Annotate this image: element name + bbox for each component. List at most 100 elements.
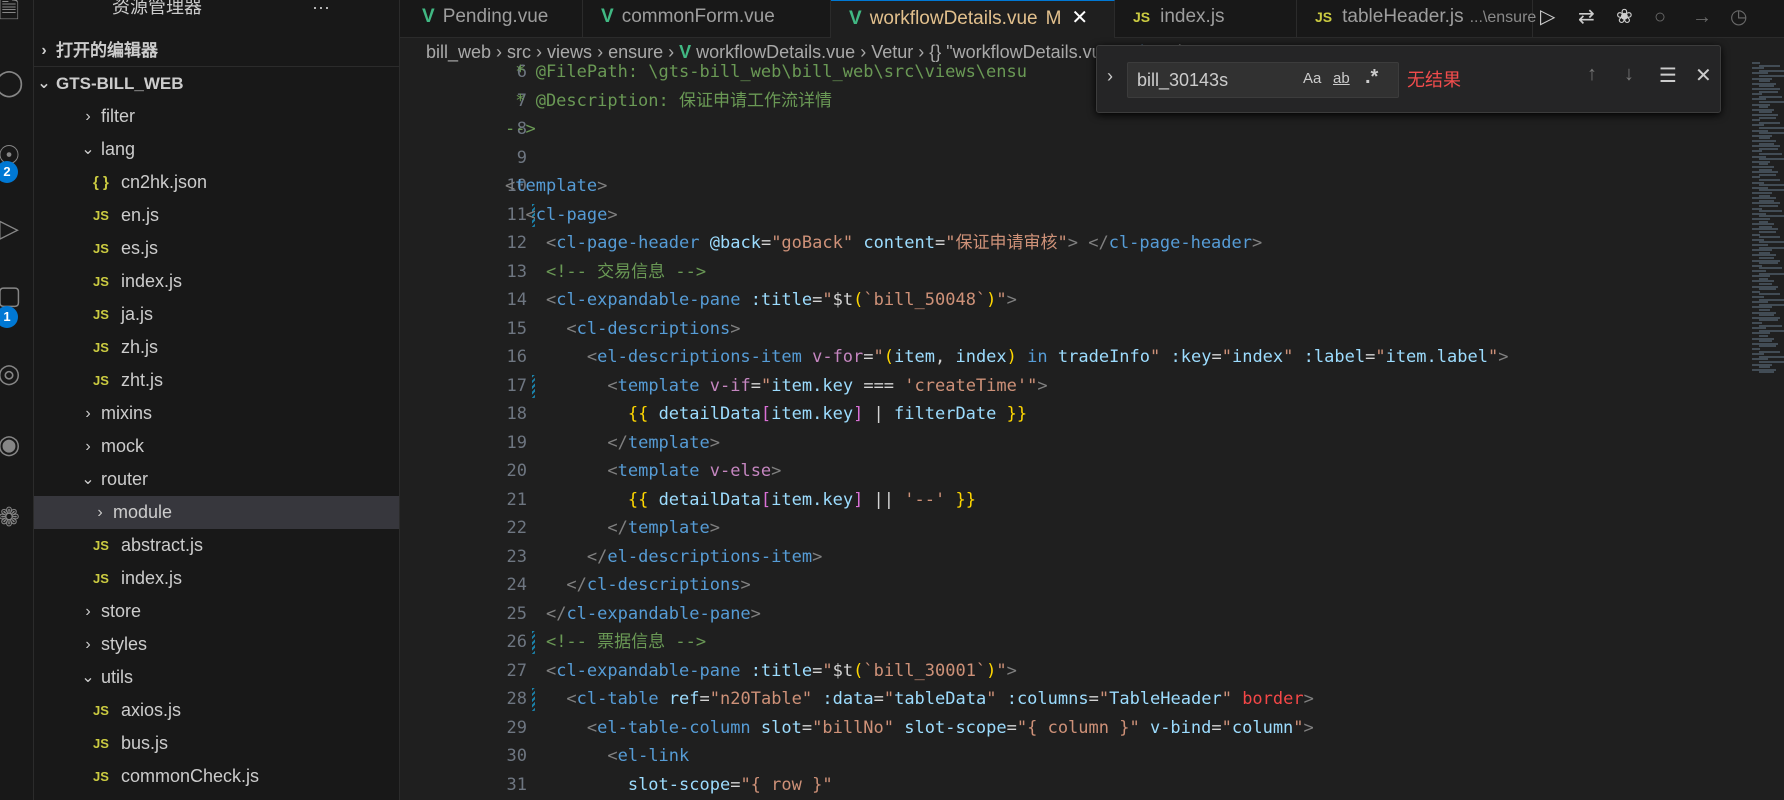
whole-word-button[interactable]: ab — [1333, 70, 1350, 87]
tab-Pending-vue[interactable]: V Pending.vue — [404, 0, 583, 38]
live-share-icon[interactable]: ❀ — [1616, 0, 1633, 34]
code-token: "{ column }" — [1016, 717, 1140, 738]
chevron-right-icon: › — [85, 603, 91, 620]
code-text: </cl-expandable-pane> — [505, 600, 761, 629]
tree-item-ja-js[interactable]: JS ja.js — [34, 298, 399, 331]
tab-label: workflowDetails.vue — [869, 8, 1038, 29]
go-back-icon[interactable]: ○ — [1654, 0, 1666, 34]
go-forward-icon[interactable]: → — [1692, 0, 1712, 34]
tree-item-bus-js[interactable]: JS bus.js — [34, 727, 399, 760]
open-editors-section[interactable]: › 打开的编辑器 — [34, 34, 399, 67]
timeline-icon[interactable]: ◷ — [1730, 0, 1747, 34]
chatgpt-icon[interactable]: ❁ — [0, 500, 26, 534]
run-icon[interactable]: ▷ — [1540, 0, 1555, 34]
testing-icon[interactable]: ◉ — [0, 427, 26, 461]
code-token: detailData — [658, 489, 761, 510]
tree-item-cn2hk-json[interactable]: { } cn2hk.json — [34, 166, 399, 199]
tab-workflowDetails-vue[interactable]: VworkflowDetails.vue M ✕ — [831, 0, 1115, 38]
tree-item-mock[interactable]: › mock — [34, 430, 399, 463]
tab-label: commonForm.vue — [621, 6, 775, 27]
code-token: tableData — [894, 689, 987, 709]
code-text: </template> — [505, 514, 720, 543]
code-token: v-if — [709, 375, 751, 396]
previous-match-icon[interactable]: ↑ — [1587, 63, 1597, 86]
minimap-line — [1759, 371, 1774, 374]
tree-item-store[interactable]: › store — [34, 595, 399, 628]
code-line: 20 <template v-else> — [400, 457, 1744, 486]
line-number: 9 — [516, 147, 527, 168]
tree-item-index-js[interactable]: JS index.js — [34, 562, 399, 595]
tree-item-lang[interactable]: ⌄ lang — [34, 133, 399, 166]
code-editor[interactable]: 6 * @FilePath: \gts-bill_web\bill_web\sr… — [400, 58, 1744, 800]
tree-item-zht-js[interactable]: JS zht.js — [34, 364, 399, 397]
tab-commonForm-vue[interactable]: VcommonForm.vue — [583, 0, 831, 38]
tree-item-utils[interactable]: ⌄ utils — [34, 661, 399, 694]
code-token: [ — [760, 489, 772, 510]
code-text: </el-descriptions-item> — [505, 543, 822, 572]
next-match-icon[interactable]: ↓ — [1624, 63, 1634, 86]
tree-item-label: commonCheck.js — [121, 766, 260, 786]
code-token: " — [1375, 347, 1386, 367]
tree-item-filter[interactable]: › filter — [34, 100, 399, 133]
code-token: " — [996, 660, 1007, 681]
tree-item-label: mock — [101, 436, 145, 456]
regex-button[interactable]: .* — [1365, 66, 1378, 89]
tab-tableHeader-js[interactable]: JS tableHeader.js ...\ensure — [1297, 0, 1536, 38]
code-line: 9 — [400, 144, 1744, 173]
remote-icon[interactable]: ◎ — [0, 356, 26, 390]
code-token: cl-page-header — [556, 233, 700, 253]
code-text: </cl-descriptions> — [505, 571, 750, 600]
more-actions-button[interactable]: ··· — [312, 0, 330, 24]
toggle-replace-icon[interactable]: › — [1107, 66, 1113, 87]
tree-item-label: ja.js — [121, 304, 154, 324]
code-token: < — [545, 233, 557, 253]
tree-item-es-js[interactable]: JS es.js — [34, 232, 399, 265]
tree-item-label: cn2hk.json — [121, 172, 208, 192]
code-token: "goBack" — [771, 233, 854, 253]
close-tab-icon[interactable]: ✕ — [1071, 7, 1088, 29]
code-line: 31 slot-scope="{ row }" — [400, 771, 1744, 800]
search-icon[interactable]: ◯ — [0, 65, 26, 99]
tree-item-zh-js[interactable]: JS zh.js — [34, 331, 399, 364]
json-file-icon: { } — [93, 174, 109, 191]
code-token: " — [1027, 375, 1038, 396]
tree-item-en-js[interactable]: JS en.js — [34, 199, 399, 232]
tree-item-index-js[interactable]: JS index.js — [34, 265, 399, 298]
tree-item-mixins[interactable]: › mixins — [34, 397, 399, 430]
chevron-down-icon: ⌄ — [81, 141, 95, 158]
run-debug-icon[interactable]: ▷ — [0, 211, 26, 245]
code-token: > — [607, 204, 618, 225]
code-token: v-else — [709, 461, 772, 481]
tree-item-router[interactable]: ⌄ router — [34, 463, 399, 496]
tree-item-commonCheck-js[interactable]: JS commonCheck.js — [34, 760, 399, 793]
explorer-sidebar: 资源管理器 ··· › 打开的编辑器 ⌄ GTS-BILL_WEB › filte… — [34, 0, 400, 800]
js-file-icon: JS — [93, 736, 109, 751]
close-icon[interactable]: ✕ — [1695, 63, 1712, 88]
tree-item-module[interactable]: › module — [34, 496, 399, 529]
tree-item-label: filter — [101, 106, 136, 126]
project-section[interactable]: ⌄ GTS-BILL_WEB — [34, 67, 399, 100]
code-token: [ — [760, 404, 772, 424]
code-token: template — [515, 176, 598, 196]
files-icon[interactable]: 🗎 — [0, 0, 26, 26]
compare-icon[interactable]: ⇄ — [1578, 0, 1595, 34]
minimap[interactable] — [1744, 58, 1784, 800]
code-token: `bill_30001` — [863, 660, 987, 681]
find-in-selection-icon[interactable]: ☰ — [1659, 63, 1677, 88]
tree-item-axios-js[interactable]: JS axios.js — [34, 694, 399, 727]
match-case-button[interactable]: Aa — [1303, 70, 1321, 87]
code-token: :key — [1170, 347, 1212, 367]
find-input[interactable]: bill_30143s — [1127, 62, 1399, 98]
tab-index-js[interactable]: JS index.js — [1115, 0, 1297, 38]
tree-item-abstract-js[interactable]: JS abstract.js — [34, 529, 399, 562]
tree-item-label: es.js — [121, 238, 159, 258]
tree-item-styles[interactable]: › styles — [34, 628, 399, 661]
code-token: > — [771, 461, 782, 481]
